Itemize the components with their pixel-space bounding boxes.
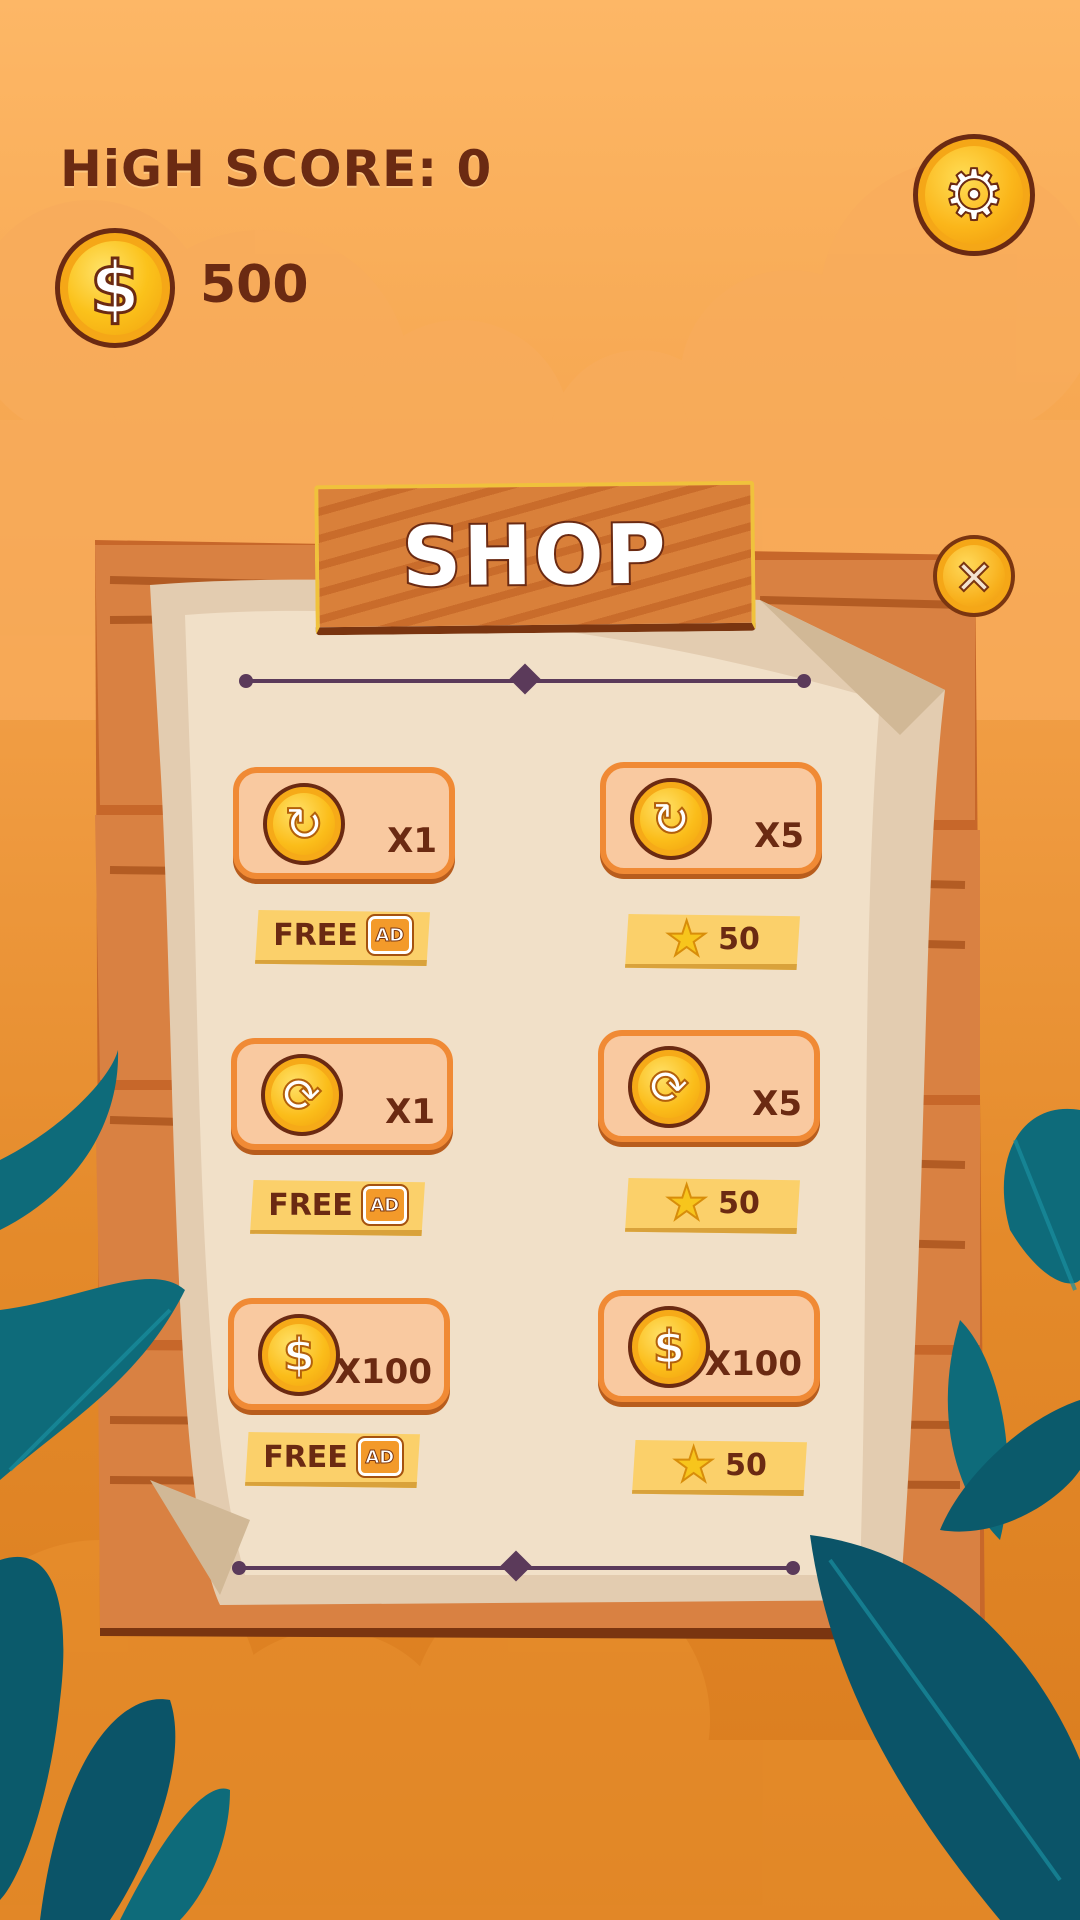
shop-item-shuffle-x5[interactable]: ⟳ X5	[598, 1030, 820, 1142]
item-quantity: X1	[387, 821, 437, 861]
shop-item-coins-x100[interactable]: $ X100	[228, 1298, 450, 1410]
shop-item-shuffle-x1[interactable]: ⟳ X1	[231, 1038, 453, 1150]
star-icon: ★	[664, 1175, 709, 1231]
shop-title: SHOP	[400, 505, 670, 607]
price-tag-stars[interactable]: ★ 50	[625, 914, 800, 970]
item-quantity: X100	[704, 1344, 802, 1384]
price-label: 50	[718, 921, 760, 957]
price-label: FREE	[273, 917, 358, 953]
price-label: FREE	[263, 1439, 348, 1475]
divider-bottom	[232, 1550, 800, 1582]
price-label: FREE	[268, 1187, 353, 1223]
dollar-coin-icon: $	[628, 1306, 710, 1388]
shop-item-coins-x100[interactable]: $ X100	[598, 1290, 820, 1402]
item-quantity: X5	[752, 1084, 802, 1124]
price-tag-free-ad[interactable]: FREE AD	[245, 1432, 420, 1488]
close-button[interactable]: ×	[933, 535, 1015, 617]
shop-board	[95, 540, 985, 1640]
shop-item-undo-x1[interactable]: ↻ X1	[233, 767, 455, 879]
star-icon: ★	[664, 911, 709, 967]
close-icon: ×	[953, 548, 995, 604]
undo-coin-icon: ↻	[630, 778, 712, 860]
price-tag-free-ad[interactable]: FREE AD	[250, 1180, 425, 1236]
item-quantity: X5	[754, 816, 804, 856]
ad-icon: AD	[360, 1184, 409, 1226]
dollar-coin-icon: $	[258, 1314, 340, 1396]
price-tag-stars[interactable]: ★ 50	[632, 1440, 807, 1496]
item-quantity: X1	[385, 1092, 435, 1132]
price-tag-stars[interactable]: ★ 50	[625, 1178, 800, 1234]
shop-title-plank: SHOP	[314, 480, 756, 636]
shop-item-undo-x5[interactable]: ↻ X5	[600, 762, 822, 874]
item-quantity: X100	[334, 1352, 432, 1392]
undo-coin-icon: ↻	[263, 783, 345, 865]
price-label: 50	[725, 1447, 767, 1483]
shuffle-coin-icon: ⟳	[628, 1046, 710, 1128]
divider-top	[239, 663, 811, 695]
star-icon: ★	[671, 1437, 716, 1493]
ad-icon: AD	[365, 914, 414, 956]
shuffle-coin-icon: ⟳	[261, 1054, 343, 1136]
price-label: 50	[718, 1185, 760, 1221]
price-tag-free-ad[interactable]: FREE AD	[255, 910, 430, 966]
ad-icon: AD	[355, 1436, 404, 1478]
